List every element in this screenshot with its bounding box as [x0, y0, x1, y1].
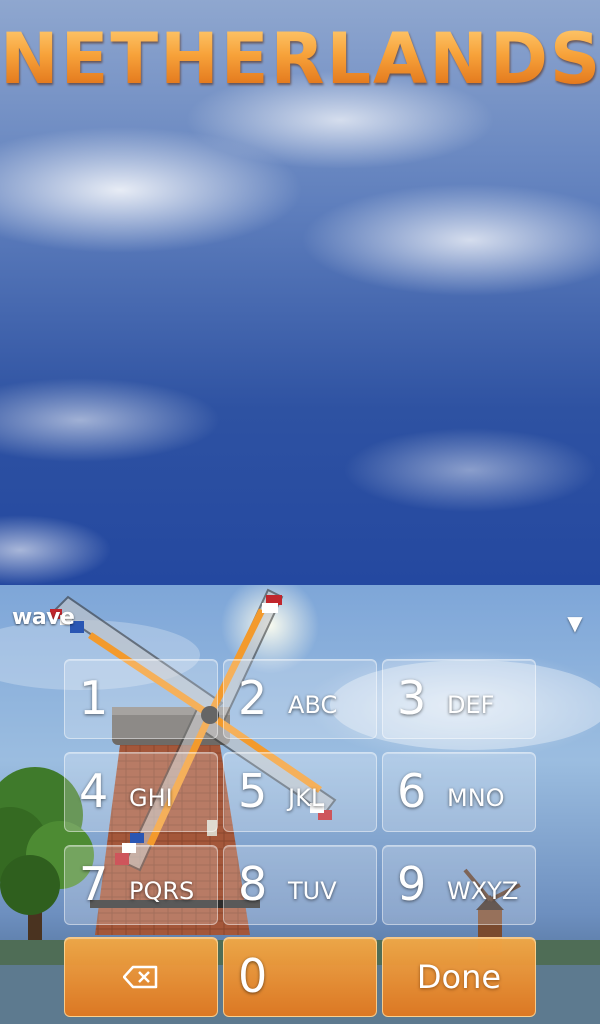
key-2[interactable]: 2 ABC	[223, 659, 377, 739]
key-3[interactable]: 3 DEF	[382, 659, 536, 739]
backspace-button[interactable]	[64, 937, 218, 1017]
key-digit: 4	[79, 764, 109, 818]
key-5[interactable]: 5 JKL	[223, 752, 377, 832]
key-letters: DEF	[447, 691, 495, 719]
key-digit: 1	[79, 671, 109, 725]
key-6[interactable]: 6 MNO	[382, 752, 536, 832]
key-1[interactable]: 1	[64, 659, 218, 739]
key-letters: PQRS	[129, 877, 195, 905]
chevron-down-icon[interactable]: ▼	[563, 613, 587, 633]
wave-brand-logo: wave	[12, 605, 75, 630]
key-7[interactable]: 7 PQRS	[64, 845, 218, 925]
key-letters: WXYZ	[447, 877, 519, 905]
key-digit: 3	[397, 671, 427, 725]
key-4[interactable]: 4 GHI	[64, 752, 218, 832]
key-digit: 8	[238, 857, 268, 911]
key-9[interactable]: 9 WXYZ	[382, 845, 536, 925]
key-0[interactable]: 0	[223, 937, 377, 1017]
done-button[interactable]: Done	[382, 937, 536, 1017]
done-label: Done	[416, 958, 502, 996]
key-digit: 2	[238, 671, 268, 725]
key-digit: 7	[79, 857, 109, 911]
key-8[interactable]: 8 TUV	[223, 845, 377, 925]
backspace-icon	[65, 938, 217, 1016]
page-title: NETHERLANDS	[0, 18, 600, 100]
key-digit: 0	[238, 949, 268, 1003]
key-digit: 5	[238, 764, 268, 818]
key-letters: MNO	[447, 784, 505, 812]
key-letters: TUV	[288, 877, 337, 905]
numeric-keyboard: wave ▼ 1 2 ABC 3 DEF 4 GHI 5 JKL 6 MNO 7…	[0, 585, 600, 1024]
key-digit: 9	[397, 857, 427, 911]
key-digit: 6	[397, 764, 427, 818]
key-letters: JKL	[288, 784, 325, 812]
key-letters: GHI	[129, 784, 173, 812]
key-letters: ABC	[288, 691, 338, 719]
